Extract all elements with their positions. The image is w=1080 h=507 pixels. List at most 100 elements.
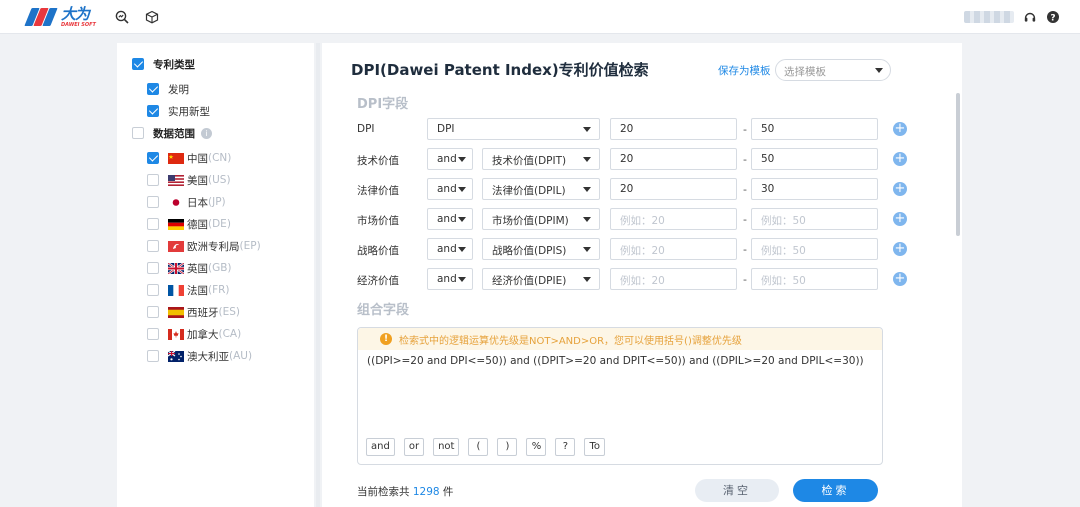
chevron-down-icon bbox=[458, 187, 466, 192]
dpi-section-title: DPI字段 bbox=[357, 97, 409, 112]
min-input[interactable]: 例如：20 bbox=[610, 268, 737, 290]
country-item[interactable]: 英国 (GB) bbox=[147, 260, 232, 276]
country-name: 澳大利亚 bbox=[187, 350, 229, 363]
country-checkbox[interactable] bbox=[147, 328, 159, 340]
add-condition-button[interactable]: + bbox=[893, 212, 907, 226]
max-input[interactable]: 例如：50 bbox=[751, 208, 878, 230]
max-input[interactable]: 50 bbox=[751, 148, 878, 170]
expression-editor[interactable]: ! 检索式中的逻辑运算优先级是NOT>AND>OR，您可以使用括号()调整优先级… bbox=[357, 327, 883, 465]
op-percent-button[interactable]: % bbox=[526, 438, 547, 456]
expression-text[interactable]: ((DPI>=20 and DPI<=50)) and ((DPIT>=20 a… bbox=[367, 355, 864, 367]
country-code: (DE) bbox=[208, 218, 231, 230]
op-to-button[interactable]: To bbox=[584, 438, 605, 456]
operator-select[interactable]: and bbox=[427, 208, 473, 230]
cube-icon[interactable] bbox=[145, 10, 159, 24]
max-input[interactable]: 30 bbox=[751, 178, 878, 200]
add-condition-button[interactable]: + bbox=[893, 272, 907, 286]
min-input[interactable]: 例如：20 bbox=[610, 208, 737, 230]
uk-flag-icon bbox=[168, 262, 184, 274]
add-condition-button[interactable]: + bbox=[893, 122, 907, 136]
page-title: DPI(Dawei Patent Index)专利价值检索 bbox=[351, 61, 649, 79]
clear-button[interactable]: 清空 bbox=[695, 479, 779, 502]
min-input[interactable]: 20 bbox=[610, 178, 737, 200]
country-checkbox[interactable] bbox=[147, 152, 159, 164]
patent-type-label: 专利类型 bbox=[153, 58, 195, 71]
field-select[interactable]: 经济价值(DPIE) bbox=[482, 268, 600, 290]
dawei-logo[interactable]: 大为 DAWEI SOFT bbox=[24, 5, 96, 29]
patent-type-utility-model[interactable]: 实用新型 bbox=[147, 103, 210, 119]
data-scope-checkbox[interactable] bbox=[132, 127, 144, 139]
op-close-paren-button[interactable]: ) bbox=[497, 438, 518, 456]
country-item[interactable]: 澳大利亚 (AU) bbox=[147, 348, 252, 364]
svg-text:?: ? bbox=[1050, 14, 1055, 24]
country-checkbox[interactable] bbox=[147, 240, 159, 252]
op-open-paren-button[interactable]: ( bbox=[468, 438, 489, 456]
info-icon[interactable]: i bbox=[201, 127, 212, 139]
chevron-down-icon bbox=[583, 217, 591, 222]
op-or-button[interactable]: or bbox=[403, 438, 425, 456]
headset-icon[interactable] bbox=[1023, 10, 1037, 24]
country-checkbox[interactable] bbox=[147, 306, 159, 318]
panel-divider[interactable] bbox=[316, 43, 320, 507]
country-item[interactable]: 欧洲专利局 (EP) bbox=[147, 238, 261, 254]
chevron-down-icon bbox=[458, 217, 466, 222]
chevron-down-icon bbox=[458, 277, 466, 282]
help-icon[interactable]: ? bbox=[1046, 10, 1060, 24]
country-item[interactable]: 加拿大 (CA) bbox=[147, 326, 241, 342]
scrollbar[interactable] bbox=[956, 93, 960, 236]
max-input[interactable]: 例如：50 bbox=[751, 268, 878, 290]
user-avatar-blurred[interactable] bbox=[964, 11, 1014, 23]
search-analytics-icon[interactable] bbox=[115, 10, 129, 24]
op-question-button[interactable]: ? bbox=[555, 438, 576, 456]
operator-select[interactable]: and bbox=[427, 238, 473, 260]
china-flag-icon bbox=[168, 152, 184, 164]
add-condition-button[interactable]: + bbox=[893, 242, 907, 256]
utility-model-checkbox[interactable] bbox=[147, 105, 159, 117]
country-checkbox[interactable] bbox=[147, 350, 159, 362]
field-select-value: 战略价值(DPIS) bbox=[492, 245, 567, 257]
field-select[interactable]: 法律价值(DPIL) bbox=[482, 178, 600, 200]
country-checkbox[interactable] bbox=[147, 262, 159, 274]
country-item[interactable]: 法国 (FR) bbox=[147, 282, 230, 298]
op-and-button[interactable]: and bbox=[366, 438, 395, 456]
country-checkbox[interactable] bbox=[147, 218, 159, 230]
min-input[interactable]: 20 bbox=[610, 118, 737, 140]
min-input[interactable]: 例如：20 bbox=[610, 238, 737, 260]
save-template-link[interactable]: 保存为模板 bbox=[718, 63, 771, 78]
patent-type-group[interactable]: 专利类型 bbox=[132, 56, 195, 72]
operator-select[interactable]: and bbox=[427, 178, 473, 200]
country-checkbox[interactable] bbox=[147, 196, 159, 208]
patent-type-checkbox[interactable] bbox=[132, 58, 144, 70]
field-select[interactable]: 战略价值(DPIS) bbox=[482, 238, 600, 260]
min-input[interactable]: 20 bbox=[610, 148, 737, 170]
field-select[interactable]: DPI bbox=[427, 118, 600, 140]
country-item[interactable]: 西班牙 (ES) bbox=[147, 304, 240, 320]
search-button[interactable]: 检索 bbox=[793, 479, 878, 502]
invention-checkbox[interactable] bbox=[147, 83, 159, 95]
combo-section-title: 组合字段 bbox=[357, 303, 410, 318]
country-item[interactable]: 中国 (CN) bbox=[147, 150, 231, 166]
country-item[interactable]: 日本 (JP) bbox=[147, 194, 226, 210]
min-placeholder: 例如：20 bbox=[620, 275, 665, 287]
country-checkbox[interactable] bbox=[147, 284, 159, 296]
add-condition-button[interactable]: + bbox=[893, 182, 907, 196]
max-value: 50 bbox=[761, 123, 775, 135]
country-item[interactable]: 德国 (DE) bbox=[147, 216, 231, 232]
patent-type-invention[interactable]: 发明 bbox=[147, 81, 189, 97]
max-placeholder: 例如：50 bbox=[761, 245, 806, 257]
template-select[interactable]: 选择模板 bbox=[775, 59, 891, 81]
row-label-market: 市场价值 bbox=[357, 215, 399, 227]
data-scope-group[interactable]: 数据范围 i bbox=[132, 125, 212, 141]
country-item[interactable]: 美国 (US) bbox=[147, 172, 231, 188]
operator-select[interactable]: and bbox=[427, 148, 473, 170]
field-select[interactable]: 市场价值(DPIM) bbox=[482, 208, 600, 230]
op-not-button[interactable]: not bbox=[433, 438, 460, 456]
max-input[interactable]: 例如：50 bbox=[751, 238, 878, 260]
operator-value: and bbox=[437, 273, 457, 285]
add-condition-button[interactable]: + bbox=[893, 152, 907, 166]
field-select[interactable]: 技术价值(DPIT) bbox=[482, 148, 600, 170]
country-checkbox[interactable] bbox=[147, 174, 159, 186]
range-separator: - bbox=[743, 273, 747, 286]
operator-select[interactable]: and bbox=[427, 268, 473, 290]
max-input[interactable]: 50 bbox=[751, 118, 878, 140]
